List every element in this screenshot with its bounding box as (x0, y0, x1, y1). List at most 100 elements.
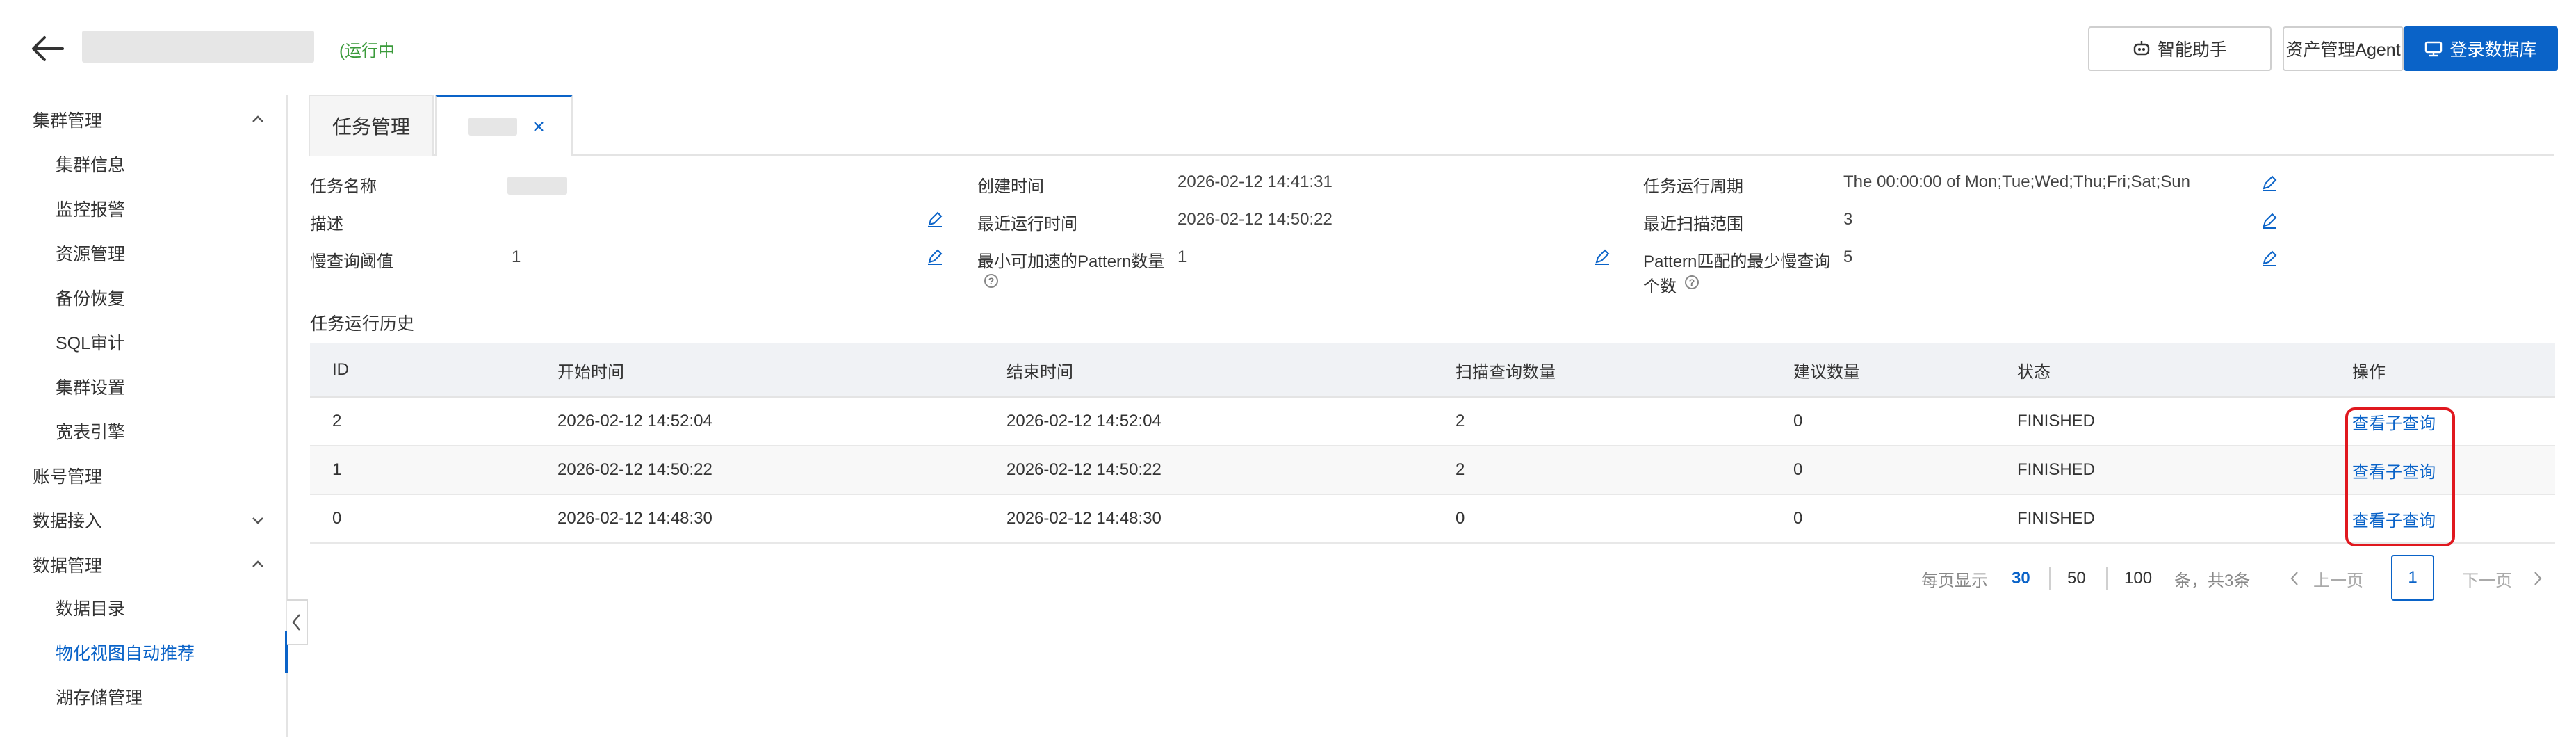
asset-agent-button[interactable]: 资产管理Agent (2283, 26, 2404, 71)
sidebar-item-label: 集群信息 (56, 156, 126, 175)
chevron-up-icon (252, 115, 263, 122)
sidebar-item-label: 账号管理 (33, 467, 103, 487)
back-arrow-icon[interactable] (31, 33, 65, 64)
cell-start-time: 2026-02-12 14:52:04 (557, 412, 712, 430)
cell-end-time: 2026-02-12 14:52:04 (1006, 412, 1161, 430)
sidebar-item-lake-storage[interactable]: 湖存储管理 (0, 676, 286, 718)
sidebar-item-data-management[interactable]: 数据管理 (0, 544, 286, 585)
robot-icon (2133, 41, 2150, 56)
tab-task-name-redacted (468, 117, 517, 136)
created-time-value: 2026-02-12 14:41:31 (1177, 172, 1332, 191)
page-size-30[interactable]: 30 (2012, 569, 2030, 588)
cell-start-time: 2026-02-12 14:48:30 (557, 509, 712, 528)
edit-description-icon[interactable] (926, 210, 944, 228)
cell-id: 2 (332, 412, 342, 430)
per-page-label: 每页显示 (1921, 571, 1988, 590)
sidebar-item-label: 湖存储管理 (56, 688, 143, 708)
current-page[interactable]: 1 (2391, 555, 2434, 601)
help-icon[interactable]: ? (984, 274, 998, 288)
sidebar-item-label: 资源管理 (56, 245, 126, 264)
sidebar: 集群管理 集群信息 监控报警 资源管理 备份恢复 SQL审计 集群设置 宽表引擎… (0, 95, 288, 737)
cell-id: 0 (332, 509, 342, 528)
slow-query-threshold-label: 慢查询阈值 (310, 252, 393, 271)
edit-min-pattern-icon[interactable] (1593, 248, 1611, 266)
cell-id: 1 (332, 460, 342, 479)
sidebar-item-label: 宽表引擎 (56, 423, 126, 442)
description-label: 描述 (310, 215, 343, 234)
scan-range-value: 3 (1843, 210, 1853, 229)
help-icon[interactable]: ? (1685, 275, 1699, 289)
created-time-label: 创建时间 (977, 177, 1044, 196)
sidebar-item-cluster-settings[interactable]: 集群设置 (0, 366, 286, 407)
next-page-button[interactable]: 下一页 (2462, 569, 2512, 590)
min-pattern-label: 最小可加速的Pattern数量 (977, 252, 1165, 271)
cell-end-time: 2026-02-12 14:50:22 (1006, 460, 1161, 479)
pattern-min-slow-value: 5 (1843, 248, 1853, 266)
pattern-min-slow-label-line2: 个数 (1643, 277, 1677, 296)
sidebar-collapse-toggle[interactable] (287, 599, 308, 645)
cluster-name-redacted (82, 31, 314, 63)
sidebar-item-cluster-info[interactable]: 集群信息 (0, 143, 286, 185)
task-name-label: 任务名称 (310, 177, 377, 196)
cluster-run-status: (运行中 (339, 42, 395, 60)
cell-status: FINISHED (2017, 509, 2096, 528)
edit-pattern-min-slow-icon[interactable] (2260, 249, 2279, 267)
column-header-scanned-count: 扫描查询数量 (1456, 362, 1556, 382)
sidebar-item-wide-table-engine[interactable]: 宽表引擎 (0, 410, 286, 452)
sidebar-item-data-ingestion[interactable]: 数据接入 (0, 499, 286, 541)
cell-suggestion-count: 0 (1793, 412, 1803, 430)
chevron-down-icon (252, 517, 263, 524)
last-run-time-value: 2026-02-12 14:50:22 (1177, 210, 1332, 229)
page-size-100[interactable]: 100 (2124, 569, 2152, 588)
monitor-icon (2425, 41, 2443, 57)
sidebar-item-label: 数据接入 (33, 512, 103, 531)
highlight-annotation-box (2345, 407, 2455, 546)
column-header-status: 状态 (2017, 362, 2051, 382)
close-icon[interactable] (532, 120, 545, 133)
assistant-button-label: 智能助手 (2157, 40, 2227, 60)
sidebar-item-monitoring[interactable]: 监控报警 (0, 188, 286, 229)
chevron-right-icon (2534, 572, 2542, 585)
page-size-50[interactable]: 50 (2067, 569, 2086, 588)
sidebar-item-cluster-management[interactable]: 集群管理 (0, 99, 286, 140)
sidebar-item-data-catalog[interactable]: 数据目录 (0, 587, 286, 629)
prev-page-button[interactable]: 上一页 (2313, 569, 2363, 590)
table-header: ID 开始时间 结束时间 扫描查询数量 建议数量 状态 操作 (310, 343, 2555, 398)
sidebar-item-label: 集群设置 (56, 378, 126, 398)
login-database-button[interactable]: 登录数据库 (2404, 26, 2558, 71)
top-bar: (运行中 智能助手 资产管理Agent 登录数据库 (0, 0, 2576, 95)
cell-scanned-count: 2 (1456, 412, 1465, 430)
tab-current-task[interactable] (435, 95, 573, 156)
cell-status: FINISHED (2017, 412, 2096, 430)
column-header-id: ID (332, 360, 349, 379)
tab-task-management[interactable]: 任务管理 (309, 95, 434, 156)
slow-query-threshold-value: 1 (512, 248, 521, 266)
sidebar-item-label: 监控报警 (56, 200, 126, 220)
tab-bar: 任务管理 (309, 95, 2554, 156)
edit-run-cycle-icon[interactable] (2260, 174, 2279, 192)
run-cycle-label: 任务运行周期 (1643, 177, 1743, 196)
cell-scanned-count: 0 (1456, 509, 1465, 528)
sidebar-item-label: 备份恢复 (56, 289, 126, 309)
edit-slow-query-threshold-icon[interactable] (926, 248, 944, 266)
sidebar-item-backup-restore[interactable]: 备份恢复 (0, 277, 286, 318)
pattern-min-slow-label-line1: Pattern匹配的最少慢查询 (1643, 252, 1831, 271)
sidebar-item-sql-audit[interactable]: SQL审计 (0, 321, 286, 363)
cell-end-time: 2026-02-12 14:48:30 (1006, 509, 1161, 528)
sidebar-item-resource-management[interactable]: 资源管理 (0, 232, 286, 274)
chevron-left-icon (2290, 572, 2298, 585)
table-row: 2 2026-02-12 14:52:04 2026-02-12 14:52:0… (310, 398, 2555, 446)
cell-scanned-count: 2 (1456, 460, 1465, 479)
column-header-action: 操作 (2352, 362, 2386, 382)
sidebar-item-label: 数据管理 (33, 556, 103, 576)
tab-label: 任务管理 (332, 116, 410, 138)
page-size-divider (2049, 567, 2051, 590)
assistant-button[interactable]: 智能助手 (2088, 26, 2272, 71)
edit-scan-range-icon[interactable] (2260, 211, 2279, 229)
login-database-button-label: 登录数据库 (2449, 40, 2537, 60)
sidebar-item-label: 数据目录 (56, 599, 126, 619)
table-row: 1 2026-02-12 14:50:22 2026-02-12 14:50:2… (310, 446, 2555, 495)
sidebar-item-label: 集群管理 (33, 111, 103, 131)
sidebar-item-account-management[interactable]: 账号管理 (0, 455, 286, 496)
sidebar-item-mv-auto-recommend[interactable]: 物化视图自动推荐 (0, 631, 288, 673)
